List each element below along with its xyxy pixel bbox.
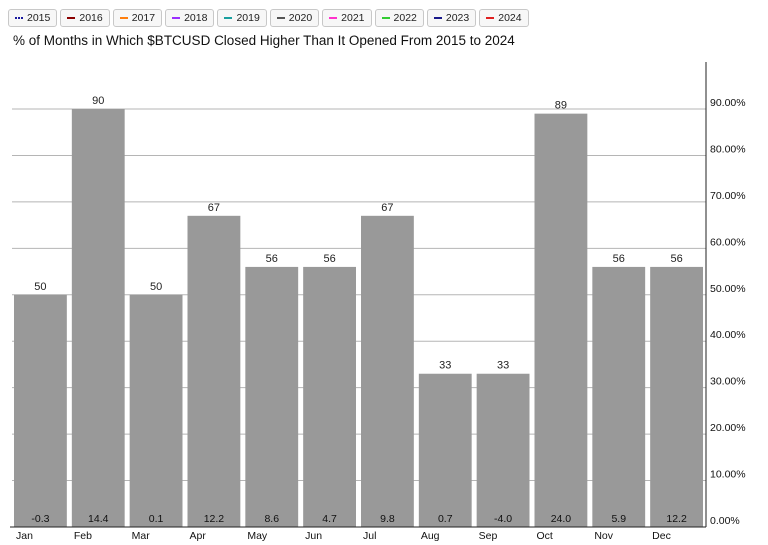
bar-change-label: 4.7	[322, 513, 337, 525]
bar-value-label: 56	[670, 253, 682, 265]
bar-value-label: 50	[34, 281, 46, 293]
x-tick-label: Jul	[363, 530, 376, 542]
x-tick-label: May	[247, 530, 268, 542]
y-tick-label: 90.00%	[710, 97, 746, 109]
bar-change-label: 0.1	[149, 513, 164, 525]
bar-nov	[592, 266, 646, 527]
bar-may	[245, 266, 299, 527]
x-tick-label: Apr	[190, 530, 207, 542]
bar-change-label: 0.7	[438, 513, 453, 525]
x-tick-label: Feb	[74, 530, 92, 542]
bar-change-label: 24.0	[551, 513, 572, 525]
y-tick-label: 80.00%	[710, 143, 746, 155]
bar-value-label: 50	[150, 281, 162, 293]
bar-change-label: 9.8	[380, 513, 395, 525]
bar-jul	[361, 215, 414, 528]
x-tick-label: Oct	[537, 530, 553, 542]
bar-aug	[418, 373, 472, 527]
bar-change-label: 8.6	[264, 513, 279, 525]
bar-change-label: 12.2	[204, 513, 225, 525]
bar-chart: 50 -0.3 Jan 90 14.4 Feb 50 0.1 Mar 67 12.2 Apr 56 8.6…	[10, 62, 746, 542]
x-tick-label: Aug	[421, 530, 440, 542]
bar-sep	[476, 373, 530, 527]
bar-value-label: 56	[613, 253, 625, 265]
bar-value-label: 67	[208, 202, 220, 214]
bar-value-label: 33	[439, 360, 451, 372]
y-tick-label: 10.00%	[710, 469, 746, 481]
x-tick-label: Dec	[652, 530, 671, 542]
bar-value-label: 56	[266, 253, 278, 265]
bar-value-label: 89	[555, 100, 567, 112]
y-tick-label: 60.00%	[710, 236, 746, 248]
bar-apr	[187, 215, 241, 528]
bar-change-label: -4.0	[494, 513, 512, 525]
y-tick-label: 20.00%	[710, 422, 746, 434]
bar-feb	[71, 109, 125, 527]
x-tick-label: Nov	[594, 530, 613, 542]
bar-dec	[650, 266, 703, 527]
bar-jun	[303, 266, 356, 527]
bar-value-label: 56	[323, 253, 335, 265]
x-tick-label: Sep	[479, 530, 498, 542]
bar-change-label: 14.4	[88, 513, 109, 525]
y-tick-label: 50.00%	[710, 283, 746, 295]
bar-value-label: 67	[381, 202, 393, 214]
y-tick-label: 70.00%	[710, 190, 746, 202]
y-tick-label: 0.00%	[710, 515, 740, 527]
bar-jan	[14, 294, 67, 527]
bar-value-label: 33	[497, 360, 509, 372]
bar-mar	[129, 294, 183, 527]
bar-oct	[534, 113, 588, 528]
x-tick-label: Jan	[16, 530, 33, 542]
bar-change-label: 12.2	[666, 513, 687, 525]
bar-value-label: 90	[92, 95, 104, 107]
x-tick-label: Jun	[305, 530, 322, 542]
bar-change-label: 5.9	[611, 513, 626, 525]
y-tick-label: 40.00%	[710, 329, 746, 341]
bar-change-label: -0.3	[31, 513, 49, 525]
x-tick-label: Mar	[132, 530, 151, 542]
y-tick-label: 30.00%	[710, 376, 746, 388]
